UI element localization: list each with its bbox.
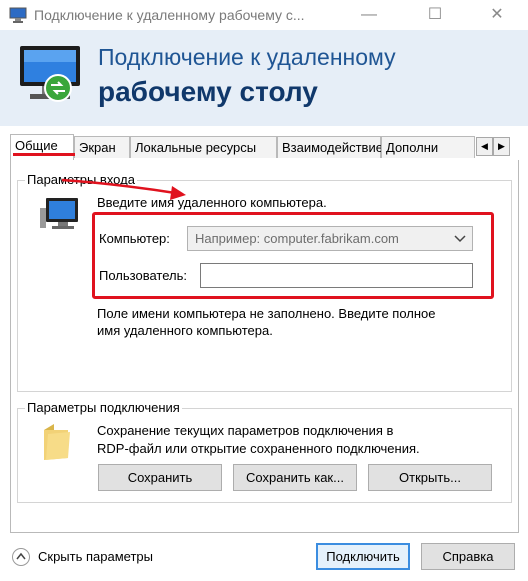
connection-description-line1: Сохранение текущих параметров подключени…: [97, 423, 394, 438]
connection-description-line2: RDP-файл или открытие сохраненного подкл…: [97, 441, 420, 456]
tab-local-resources[interactable]: Локальные ресурсы: [130, 136, 277, 158]
active-tab-underline: [13, 153, 75, 156]
remote-desktop-icon: [20, 46, 80, 102]
folder-icon: [44, 424, 70, 460]
tab-experience[interactable]: Взаимодействие: [277, 136, 383, 158]
app-icon: [9, 7, 27, 23]
warning-line1: Поле имени компьютера не заполнено. Введ…: [97, 306, 436, 321]
tab-scroll-left-button[interactable]: ◀: [476, 137, 493, 156]
computer-placeholder: Например: computer.fabrikam.com: [195, 231, 399, 246]
banner-title-line1: Подключение к удаленному: [98, 44, 396, 70]
user-label: Пользователь:: [99, 268, 187, 283]
annotation-arrow-icon: [61, 178, 186, 200]
computer-combobox[interactable]: Например: computer.fabrikam.com: [187, 226, 473, 251]
chevron-down-icon[interactable]: [454, 235, 466, 243]
window-title: Подключение к удаленному рабочему с...: [34, 7, 305, 23]
save-as-button[interactable]: Сохранить как...: [233, 464, 357, 491]
close-button[interactable]: ✕: [474, 0, 520, 30]
minimize-button[interactable]: —: [346, 0, 392, 30]
tab-scroll-right-button[interactable]: ▶: [493, 137, 510, 156]
user-input[interactable]: [200, 263, 473, 288]
computer-label: Компьютер:: [99, 231, 170, 246]
tab-general[interactable]: Общие: [10, 134, 74, 160]
open-button[interactable]: Открыть...: [368, 464, 492, 491]
collapse-options-icon[interactable]: [11, 547, 31, 567]
tab-display[interactable]: Экран: [74, 136, 130, 158]
maximize-button[interactable]: ☐: [412, 0, 458, 30]
connect-button[interactable]: Подключить: [316, 543, 410, 570]
save-button[interactable]: Сохранить: [98, 464, 222, 491]
tab-advanced[interactable]: Дополни: [381, 136, 475, 158]
hide-options-link[interactable]: Скрыть параметры: [38, 549, 153, 564]
connection-group-label: Параметры подключения: [25, 400, 182, 415]
banner-title-line2: рабочему столу: [98, 76, 318, 107]
warning-line2: имя удаленного компьютера.: [97, 323, 273, 338]
help-button[interactable]: Справка: [421, 543, 515, 570]
